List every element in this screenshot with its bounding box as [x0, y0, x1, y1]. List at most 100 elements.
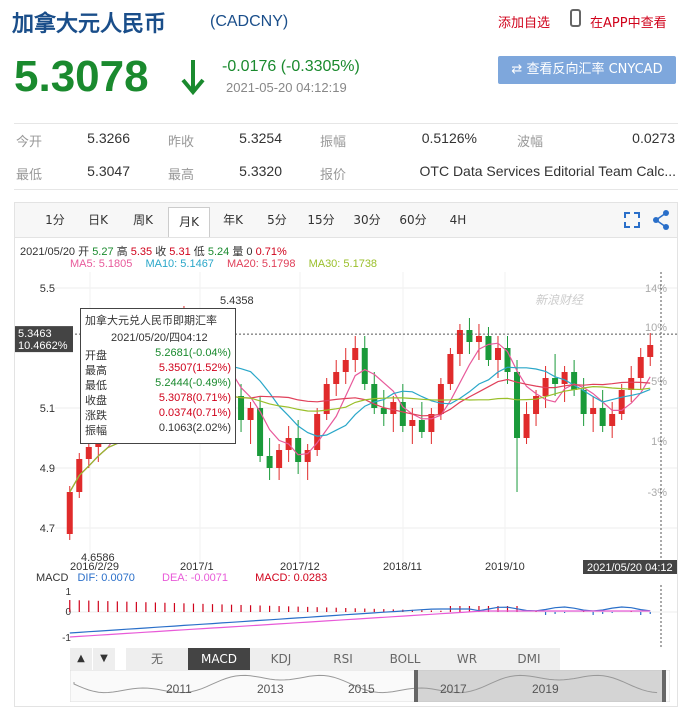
candle-body — [494, 348, 501, 360]
info-high-label: 高 — [116, 246, 128, 258]
tooltip-label: 最低 — [85, 380, 107, 392]
candle-body — [428, 414, 435, 432]
candle-body — [238, 396, 245, 420]
candle-body — [409, 420, 416, 426]
view-in-app-link[interactable]: 在APP中查看 — [590, 12, 667, 31]
info-pct: 0.71% — [255, 246, 287, 258]
candle-body — [66, 492, 73, 534]
indicator-rsi[interactable]: RSI — [312, 648, 375, 670]
y-tick-label: 5.1 — [40, 403, 55, 415]
navigator-handle-right — [662, 670, 666, 702]
candle-body — [361, 348, 368, 384]
indicator-wr[interactable]: WR — [436, 648, 499, 670]
x-tick-label: 2019/10 — [485, 561, 525, 573]
stat-label-range: 波幅 — [517, 135, 544, 150]
indicator-boll[interactable]: BOLL — [374, 648, 437, 670]
crosshair-tooltip: 加拿大元兑人民币即期汇率 2021/05/20/四04:12 开盘 5.2681(… — [80, 308, 236, 444]
candle-body — [342, 360, 349, 372]
tab-5min[interactable]: 5分 — [261, 203, 293, 237]
tooltip-row-close: 收盘 5.3078(0.71%) — [85, 392, 233, 407]
indicator-kdj[interactable]: KDJ — [250, 648, 313, 670]
candle-body — [628, 378, 635, 390]
navigator-year-label: 2019 — [532, 682, 559, 696]
candle-body — [561, 372, 568, 384]
navigator-year-label: 2013 — [257, 682, 284, 696]
stat-label-prev-close: 昨收 — [168, 135, 195, 150]
add-watchlist-link[interactable]: 添加自选 — [498, 12, 550, 31]
navigator-handle-left — [414, 670, 418, 702]
macd-chart[interactable]: 1 0 -1 — [15, 585, 677, 647]
y-tick-label: 4.7 — [40, 523, 55, 535]
candle-body — [247, 408, 254, 420]
candle-body — [599, 408, 606, 426]
cursor-price: 5.3463 — [18, 328, 52, 340]
stat-value-high: 5.3320 — [239, 163, 282, 179]
share-icon[interactable] — [651, 209, 671, 231]
low-annotation: 4.6586 — [81, 552, 115, 564]
tab-weekly[interactable]: 周K — [125, 203, 161, 237]
info-open: 5.27 — [92, 246, 114, 258]
y-tick-right-label: 14% — [645, 283, 667, 295]
candle-body — [85, 447, 92, 459]
candle-body — [637, 357, 644, 378]
tooltip-label: 涨跌 — [85, 410, 107, 422]
tooltip-title: 加拿大元兑人民币即期汇率 — [85, 315, 217, 327]
ma30-label: MA30: 5.1738 — [308, 258, 378, 270]
tab-yearly[interactable]: 年K — [215, 203, 251, 237]
tab-4h[interactable]: 4H — [441, 203, 475, 237]
stat-value-low: 5.3047 — [87, 163, 130, 179]
tab-1min[interactable]: 1分 — [37, 203, 73, 237]
ohlc-info-line: 2021/05/20 开 5.27 高 5.35 收 5.31 低 5.24 量… — [20, 243, 287, 259]
reverse-rate-button[interactable]: ⇄ 查看反向汇率 CNYCAD — [498, 56, 676, 84]
y-tick-right-label: 1% — [651, 436, 667, 448]
indicator-none[interactable]: 无 — [126, 648, 189, 670]
candle-body — [399, 402, 406, 426]
candle-body — [475, 336, 482, 342]
candle-body — [456, 330, 463, 354]
candle-body — [333, 372, 340, 384]
period-tabs: 1分 日K 周K 月K 年K 5分 15分 30分 60分 4H — [15, 203, 677, 238]
candle-body — [447, 354, 454, 384]
tab-60min[interactable]: 60分 — [393, 203, 433, 237]
indicator-macd[interactable]: MACD — [188, 648, 251, 670]
scroll-down-icon[interactable]: ▼ — [93, 648, 115, 670]
high-annotation: 5.4358 — [220, 295, 254, 307]
scroll-up-icon[interactable]: ▲ — [70, 648, 92, 670]
info-open-label: 开 — [78, 246, 90, 258]
tooltip-value: 5.3078(0.71%) — [158, 392, 231, 404]
indicator-dmi[interactable]: DMI — [498, 648, 561, 670]
macd-title: MACD — [36, 572, 69, 584]
tooltip-label: 开盘 — [85, 350, 107, 362]
quote-timestamp: 2021-05-20 04:12:19 — [226, 80, 347, 95]
candle-body — [437, 384, 444, 414]
range-navigator[interactable]: 2011 2013 2015 2017 2019 — [70, 670, 670, 702]
tooltip-row-change: 涨跌 0.0374(0.71%) — [85, 407, 233, 422]
stat-label-low: 最低 — [16, 168, 43, 183]
navigator-year-label: 2015 — [348, 682, 375, 696]
tab-monthly[interactable]: 月K — [168, 207, 210, 237]
candle-body — [571, 372, 578, 390]
page-title: 加拿大元人民币 — [12, 12, 167, 37]
tooltip-value: 0.1063(2.02%) — [158, 422, 231, 434]
divider — [14, 123, 678, 124]
fullscreen-icon[interactable] — [623, 211, 641, 229]
macd-legend: MACD DIF: 0.0070 DEA: -0.0071 MACD: 0.02… — [36, 572, 327, 584]
info-close-label: 收 — [155, 246, 167, 258]
stat-value-prev-close: 5.3254 — [239, 130, 282, 146]
candle-body — [590, 408, 597, 414]
tooltip-date: 2021/05/20/四04:12 — [111, 332, 208, 344]
candle-body — [352, 348, 359, 360]
navigator-year-label: 2017 — [440, 682, 467, 696]
y-tick-right-label: 10% — [645, 322, 667, 334]
candle-body — [523, 414, 530, 438]
tab-daily[interactable]: 日K — [81, 203, 115, 237]
macd-y-tick: 1 — [65, 587, 71, 598]
cursor-time: 2021/05/20 04:12 — [587, 562, 673, 574]
tab-30min[interactable]: 30分 — [347, 203, 387, 237]
info-vol-label: 量 — [232, 246, 244, 258]
info-high: 5.35 — [130, 246, 153, 258]
candle-body — [390, 402, 397, 414]
tab-15min[interactable]: 15分 — [301, 203, 341, 237]
candle-body — [485, 336, 492, 360]
swap-icon: ⇄ — [511, 62, 527, 77]
